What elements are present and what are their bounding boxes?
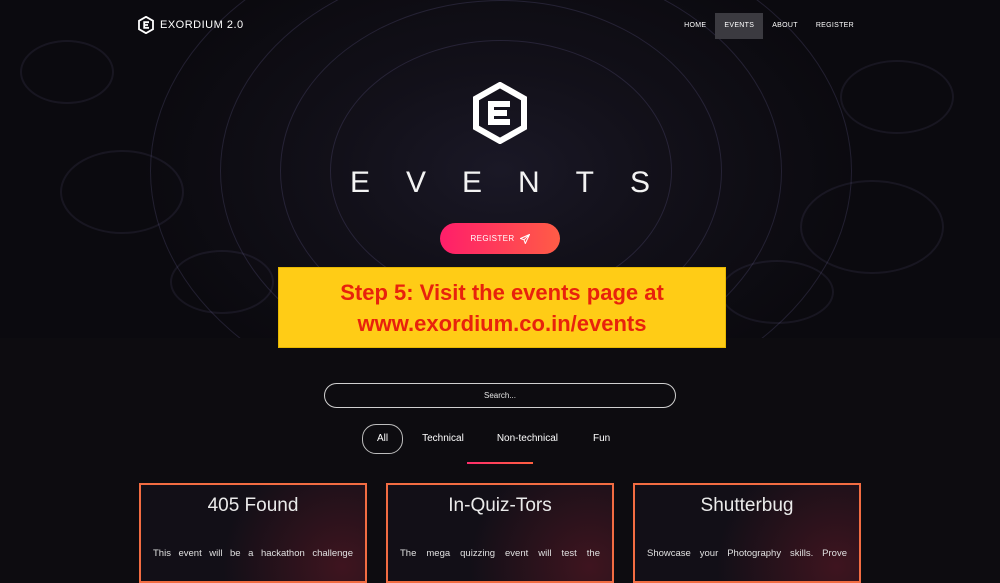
event-card-description: The mega quizzing event will test the — [400, 548, 600, 559]
filter-active-underline — [467, 462, 533, 464]
event-card[interactable]: Shutterbug Showcase your Photography ski… — [633, 483, 861, 583]
event-card-title: Shutterbug — [700, 495, 794, 516]
nav-about[interactable]: ABOUT — [763, 13, 807, 39]
hero-register-button[interactable]: REGISTER — [440, 223, 560, 254]
hexagon-e-logo-icon — [138, 16, 154, 34]
filter-non-technical[interactable]: Non-technical — [497, 425, 558, 453]
event-card[interactable]: 405 Found This event will be a hackathon… — [139, 483, 367, 583]
event-card-description: Showcase your Photography skills. Prove — [647, 548, 847, 559]
event-card-title: 405 Found — [207, 495, 299, 516]
event-card[interactable]: In-Quiz-Tors The mega quizzing event wil… — [386, 483, 614, 583]
event-card-description: This event will be a hackathon challenge — [153, 548, 353, 559]
brand-name: EXORDIUM 2.0 — [160, 19, 244, 31]
hero-register-label: REGISTER — [470, 234, 515, 243]
decor-swirl — [20, 40, 114, 104]
decor-swirl — [840, 60, 954, 134]
decor-swirl — [170, 250, 274, 314]
overlay-line-2: www.exordium.co.in/events — [357, 310, 647, 336]
category-filters: All Technical Non-technical Fun — [362, 424, 610, 454]
event-card-title: In-Quiz-Tors — [448, 495, 552, 516]
search-input[interactable] — [324, 383, 676, 408]
instruction-overlay: Step 5: Visit the events page at www.exo… — [278, 267, 726, 348]
page-title: EVENTS — [349, 166, 687, 199]
brand[interactable]: EXORDIUM 2.0 — [138, 16, 244, 34]
filter-technical[interactable]: Technical — [422, 425, 464, 453]
main-nav: HOME EVENTS ABOUT REGISTER — [675, 13, 863, 39]
filter-fun[interactable]: Fun — [593, 425, 610, 453]
paper-plane-icon — [519, 233, 530, 244]
overlay-line-1: Step 5: Visit the events page at — [340, 279, 664, 305]
nav-home[interactable]: HOME — [675, 13, 715, 39]
filter-all[interactable]: All — [362, 424, 404, 454]
decor-swirl — [720, 260, 834, 324]
nav-register[interactable]: REGISTER — [807, 13, 863, 39]
nav-events[interactable]: EVENTS — [715, 13, 764, 39]
hexagon-e-logo-icon — [473, 82, 527, 144]
